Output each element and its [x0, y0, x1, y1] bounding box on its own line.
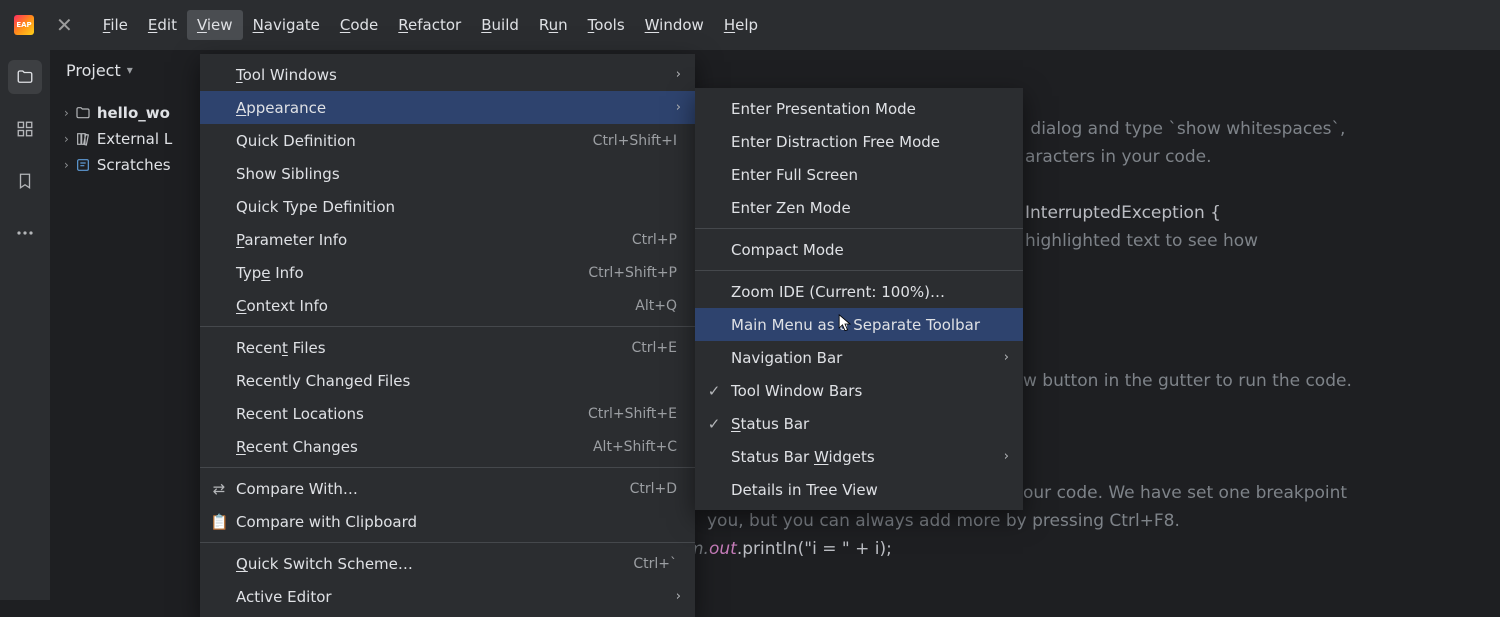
menubar-navigate[interactable]: Navigate	[243, 10, 330, 40]
shortcut-label: Ctrl+`	[633, 556, 677, 572]
tree-row-scratches[interactable]: › Scratches	[50, 152, 186, 178]
menu-enter-presentation[interactable]: Enter Presentation Mode	[695, 92, 1023, 125]
menu-details-tree-view[interactable]: Details in Tree View	[695, 473, 1023, 506]
menu-recent-locations[interactable]: Recent Locations Ctrl+Shift+E	[200, 397, 695, 430]
menu-quick-type-definition[interactable]: Quick Type Definition	[200, 190, 695, 223]
shortcut-label: Ctrl+Shift+P	[588, 265, 677, 281]
menubar-file[interactable]: File	[93, 10, 138, 40]
menu-compare-with[interactable]: ⇄ Compare With… Ctrl+D	[200, 472, 695, 505]
project-panel-header[interactable]: Project ▾	[50, 50, 133, 90]
folder-icon	[75, 105, 91, 121]
menu-appearance[interactable]: Appearance ›	[200, 91, 695, 124]
menu-recent-files[interactable]: Recent Files Ctrl+E	[200, 331, 695, 364]
menu-context-info[interactable]: Context Info Alt+Q	[200, 289, 695, 322]
menu-enter-full-screen[interactable]: Enter Full Screen	[695, 158, 1023, 191]
appearance-submenu: Enter Presentation Mode Enter Distractio…	[695, 88, 1023, 510]
menubar-edit[interactable]: Edit	[138, 10, 187, 40]
menu-type-info[interactable]: Type Info Ctrl+Shift+P	[200, 256, 695, 289]
menu-zoom-ide[interactable]: Zoom IDE (Current: 100%)…	[695, 275, 1023, 308]
menu-enter-zen-mode[interactable]: Enter Zen Mode	[695, 191, 1023, 224]
tree-label: Scratches	[97, 156, 171, 174]
menu-main-menu-separate-toolbar[interactable]: Main Menu as a Separate Toolbar	[695, 308, 1023, 341]
submenu-arrow-icon: ›	[1004, 449, 1009, 464]
project-tree: › hello_wo › External L › Scratches	[50, 100, 186, 178]
code-line: you, but you can always add more by pres…	[707, 507, 1180, 535]
project-panel-title: Project	[66, 61, 121, 80]
menu-active-editor[interactable]: Active Editor ›	[200, 580, 695, 613]
menu-quick-switch-scheme[interactable]: Quick Switch Scheme… Ctrl+`	[200, 547, 695, 580]
menu-tool-window-bars[interactable]: ✓ Tool Window Bars	[695, 374, 1023, 407]
left-tool-strip	[0, 50, 50, 600]
tree-row-external[interactable]: › External L	[50, 126, 186, 152]
menubar-code[interactable]: Code	[330, 10, 388, 40]
shortcut-label: Ctrl+E	[632, 340, 678, 356]
shortcut-label: Ctrl+Shift+I	[593, 133, 677, 149]
structure-tool-icon[interactable]	[8, 112, 42, 146]
mouse-cursor-icon	[838, 314, 852, 334]
menubar-window[interactable]: Window	[635, 10, 714, 40]
menu-quick-definition[interactable]: Quick Definition Ctrl+Shift+I	[200, 124, 695, 157]
code-line: our code. We have set one breakpoint	[1023, 479, 1347, 507]
check-icon: ✓	[705, 415, 723, 433]
chevron-down-icon: ▾	[127, 63, 133, 77]
shortcut-label: Ctrl+D	[630, 481, 677, 497]
tree-label: External L	[97, 130, 172, 148]
expand-arrow-icon[interactable]: ›	[64, 132, 69, 146]
more-tool-icon[interactable]	[8, 216, 42, 250]
menu-compare-clipboard[interactable]: 📋 Compare with Clipboard	[200, 505, 695, 538]
menubar-tools[interactable]: Tools	[578, 10, 635, 40]
tree-row-project[interactable]: › hello_wo	[50, 100, 186, 126]
close-icon[interactable]: ✕	[56, 13, 73, 37]
menu-status-bar-widgets[interactable]: Status Bar Widgets ›	[695, 440, 1023, 473]
submenu-arrow-icon: ›	[676, 100, 681, 115]
compare-icon: ⇄	[210, 480, 228, 498]
scratch-icon	[75, 157, 91, 173]
view-menu-dropdown: Tool Windows › Appearance › Quick Defini…	[200, 54, 695, 617]
menubar-help[interactable]: Help	[714, 10, 768, 40]
menu-compact-mode[interactable]: Compact Mode	[695, 233, 1023, 266]
title-bar: EAP ✕ FileEditViewNavigateCodeRefactorBu…	[0, 0, 1500, 50]
code-line: dialog and type `show whitespaces`,	[1025, 115, 1345, 143]
project-tool-icon[interactable]	[8, 60, 42, 94]
menu-separator	[200, 467, 695, 468]
app-icon: EAP	[14, 15, 34, 35]
expand-arrow-icon[interactable]: ›	[64, 106, 69, 120]
code-line: m.out.println("i = " + i);	[687, 535, 892, 563]
tree-label: hello_wo	[97, 104, 170, 122]
menu-status-bar[interactable]: ✓ Status Bar	[695, 407, 1023, 440]
menubar-refactor[interactable]: Refactor	[388, 10, 471, 40]
menu-tool-windows[interactable]: Tool Windows ›	[200, 58, 695, 91]
shortcut-label: Ctrl+P	[632, 232, 677, 248]
menu-enter-distraction-free[interactable]: Enter Distraction Free Mode	[695, 125, 1023, 158]
menu-show-siblings[interactable]: Show Siblings	[200, 157, 695, 190]
menu-separator	[695, 270, 1023, 271]
menu-separator	[200, 542, 695, 543]
menu-recently-changed-files[interactable]: Recently Changed Files	[200, 364, 695, 397]
expand-arrow-icon[interactable]: ›	[64, 158, 69, 172]
menu-navigation-bar[interactable]: Navigation Bar ›	[695, 341, 1023, 374]
clipboard-compare-icon: 📋	[210, 513, 228, 531]
shortcut-label: Alt+Shift+C	[593, 439, 677, 455]
code-line: aracters in your code.	[1025, 143, 1211, 171]
menubar-run[interactable]: Run	[529, 10, 578, 40]
library-icon	[75, 131, 91, 147]
shortcut-label: Ctrl+Shift+E	[588, 406, 677, 422]
code-line: InterruptedException {	[1025, 199, 1221, 227]
menubar-view[interactable]: View	[187, 10, 243, 40]
bookmarks-tool-icon[interactable]	[8, 164, 42, 198]
menu-separator	[200, 326, 695, 327]
menubar-build[interactable]: Build	[471, 10, 529, 40]
menu-recent-changes[interactable]: Recent Changes Alt+Shift+C	[200, 430, 695, 463]
shortcut-label: Alt+Q	[635, 298, 677, 314]
menu-separator	[695, 228, 1023, 229]
check-icon: ✓	[705, 382, 723, 400]
submenu-arrow-icon: ›	[676, 67, 681, 82]
submenu-arrow-icon: ›	[1004, 350, 1009, 365]
code-line: w button in the gutter to run the code.	[1023, 367, 1352, 395]
code-line: highlighted text to see how	[1025, 227, 1258, 255]
menu-parameter-info[interactable]: Parameter Info Ctrl+P	[200, 223, 695, 256]
submenu-arrow-icon: ›	[676, 589, 681, 604]
